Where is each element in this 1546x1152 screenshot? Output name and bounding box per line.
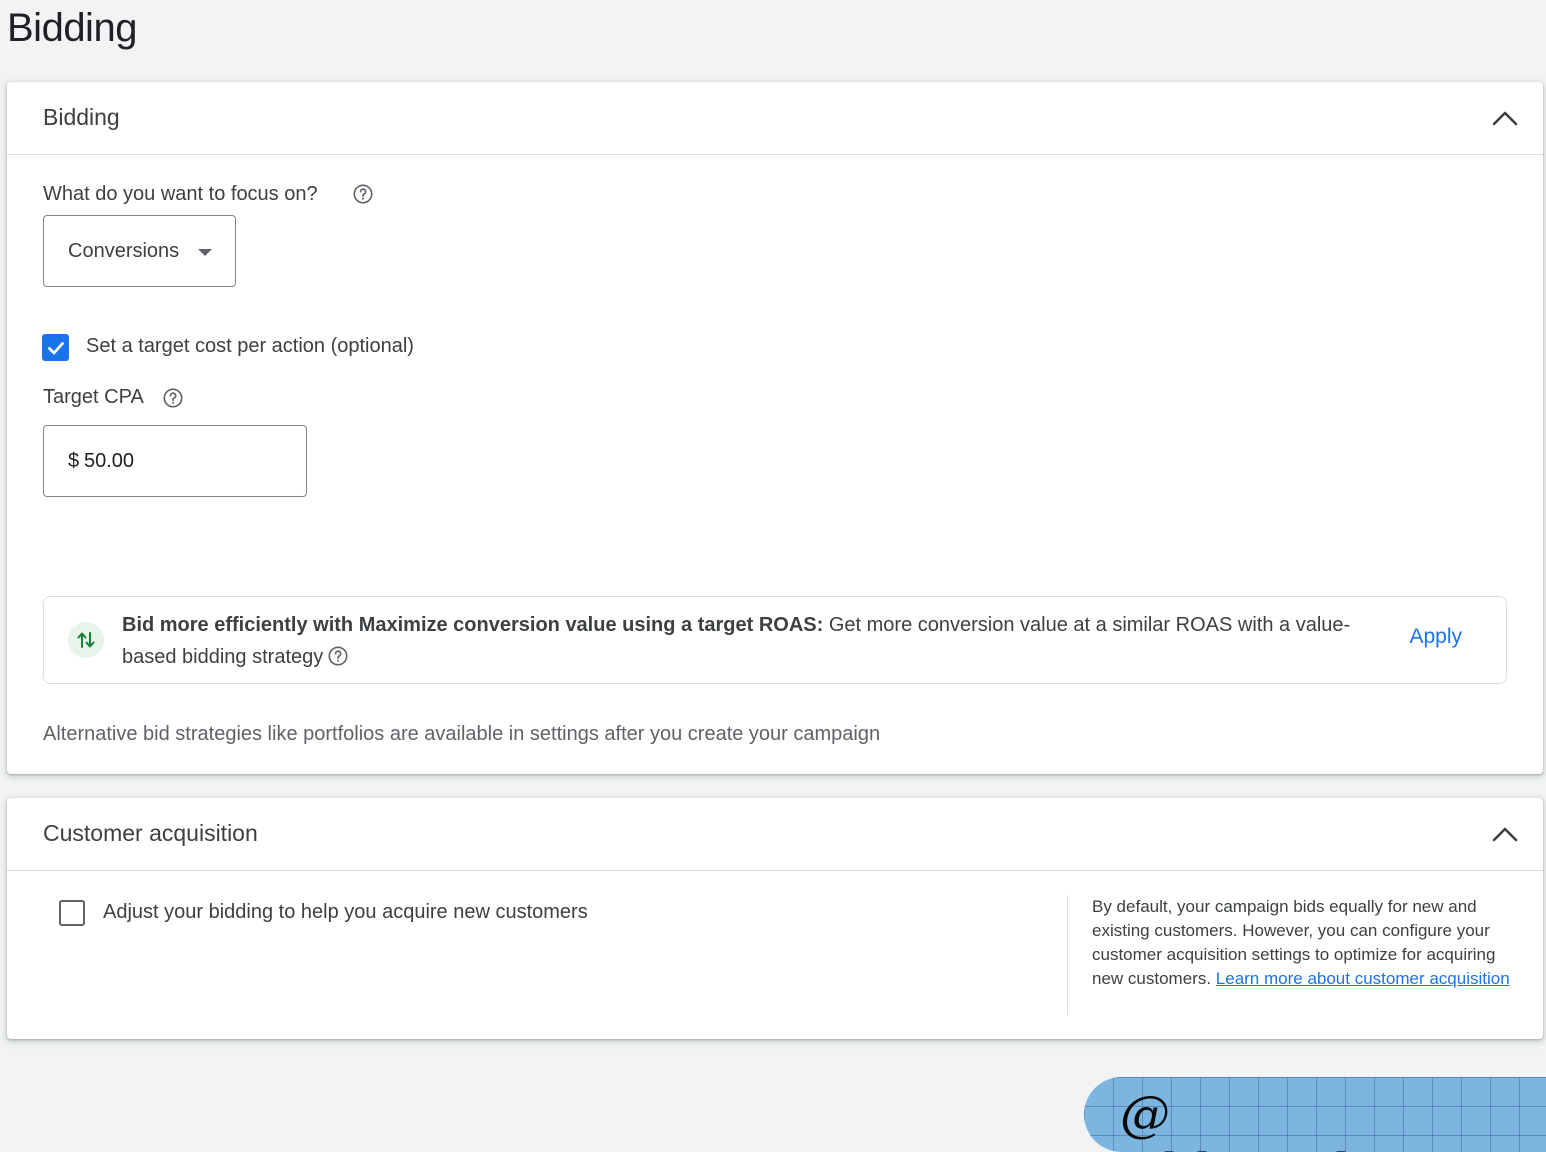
bidding-card: Bidding What do you want to focus on? Co… — [7, 82, 1543, 774]
focus-question-label: What do you want to focus on? — [43, 183, 318, 205]
bidding-card-header[interactable]: Bidding — [7, 82, 1543, 155]
customer-acquisition-header[interactable]: Customer acquisition — [7, 798, 1543, 871]
collapse-customer-acquisition-button[interactable] — [1487, 816, 1523, 852]
alternative-strategies-note: Alternative bid strategies like portfoli… — [43, 723, 881, 745]
recommendation-title: Bid more efficiently with Maximize conve… — [122, 614, 824, 636]
currency-symbol: $ — [68, 450, 80, 472]
target-cpa-label: Target CPA — [43, 386, 144, 408]
target-cpa-input[interactable] — [84, 450, 284, 473]
chevron-up-icon — [1492, 827, 1518, 842]
help-icon[interactable] — [162, 387, 184, 409]
apply-button[interactable]: Apply — [1409, 625, 1462, 649]
check-icon — [47, 341, 64, 354]
page-title: Bidding — [7, 6, 137, 50]
recommendation-text: Bid more efficiently with Maximize conve… — [122, 609, 1352, 677]
watermark: @ Chloevolution — [1084, 1077, 1546, 1152]
divider — [1067, 895, 1068, 1015]
focus-select[interactable]: Conversions — [43, 215, 236, 287]
customer-acquisition-info: By default, your campaign bids equally f… — [1092, 895, 1512, 991]
help-icon[interactable] — [352, 183, 374, 205]
focus-select-value: Conversions — [68, 240, 180, 262]
chevron-up-icon — [1492, 111, 1518, 126]
learn-more-link[interactable]: Learn more about customer acquisition — [1216, 969, 1510, 988]
recommendation-banner: Bid more efficiently with Maximize conve… — [43, 596, 1507, 684]
customer-acquisition-title: Customer acquisition — [43, 820, 258, 846]
customer-acquisition-card: Customer acquisition Adjust your bidding… — [7, 798, 1543, 1039]
new-customers-checkbox-label[interactable]: Adjust your bidding to help you acquire … — [103, 901, 588, 924]
help-icon[interactable] — [327, 645, 349, 677]
dropdown-arrow-icon — [198, 249, 212, 256]
collapse-bidding-button[interactable] — [1487, 100, 1523, 136]
bidding-card-title: Bidding — [43, 104, 120, 130]
trending-arrows-icon — [68, 622, 104, 658]
target-cpa-field[interactable]: $ — [43, 425, 307, 497]
new-customers-checkbox[interactable] — [59, 900, 85, 926]
target-cpa-checkbox[interactable] — [42, 334, 69, 361]
target-cpa-checkbox-label[interactable]: Set a target cost per action (optional) — [86, 335, 414, 358]
watermark-text: @ Chloevolution — [1120, 1085, 1483, 1152]
